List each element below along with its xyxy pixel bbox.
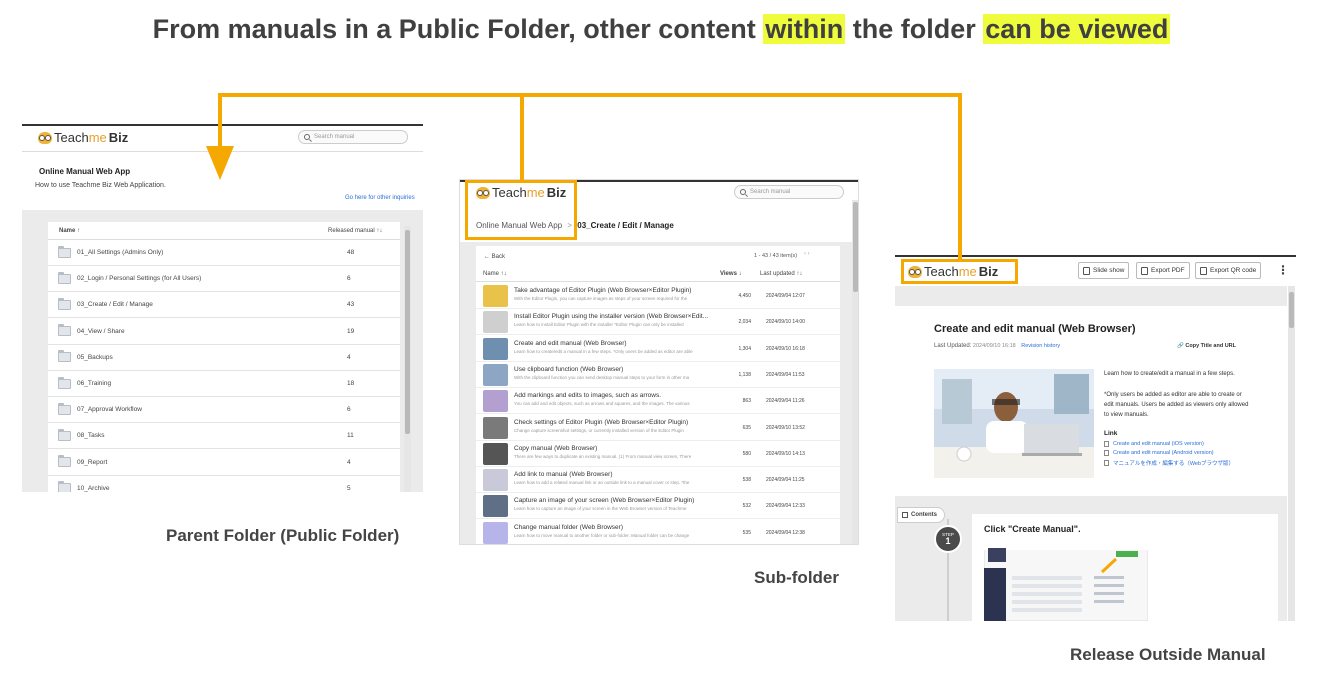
connector-line-to-parent (218, 93, 522, 150)
connector-line (520, 93, 962, 262)
arrowhead-down-icon (206, 146, 234, 180)
connector-arrows (206, 93, 962, 262)
